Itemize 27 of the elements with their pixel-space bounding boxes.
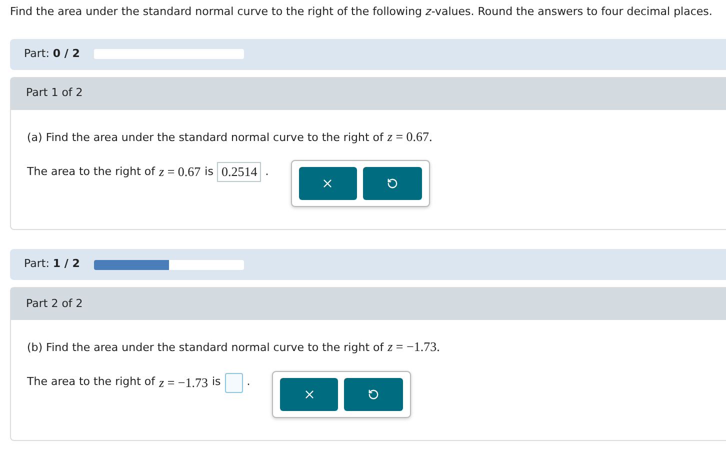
undo-icon [368,388,380,400]
period: . [246,374,250,390]
answer-text: is [212,374,221,390]
answer-field[interactable] [224,372,243,392]
equation: z = 0.67. [387,128,432,146]
instructions-text: Find the area under the standard normal curve to the right of the following z-values. Round the answers to four decimal places. [10,4,714,20]
part-progress-label: Part: 1 / 2 [24,256,80,272]
part-title: Part 2 of 2 [26,296,83,312]
equation: z = 0.67 [159,163,201,182]
answer-text: The area to the right of [27,374,156,390]
clear-button[interactable] [280,378,338,410]
question-text: (b) Find the area under the standard normal curve to the right of [27,340,384,356]
undo-icon [386,178,398,189]
part-title: Part 1 of 2 [26,85,83,102]
period: . [265,164,269,180]
equation: z = −1.73 [159,374,208,392]
answer-text: is [204,164,214,180]
question-text: (a) Find the area under the standard normal curve to the right of [27,130,384,146]
equation: z = −1.73. [388,338,440,356]
close-icon [302,388,316,400]
undo-button[interactable] [362,167,422,200]
close-icon [321,177,334,190]
answer-field[interactable]: 0.2514 [217,162,262,182]
part-progress-label: Part: 0 / 2 [24,46,80,62]
answer-text: The area to the right of [27,164,156,180]
clear-button[interactable] [298,167,357,200]
undo-button[interactable] [344,378,404,410]
